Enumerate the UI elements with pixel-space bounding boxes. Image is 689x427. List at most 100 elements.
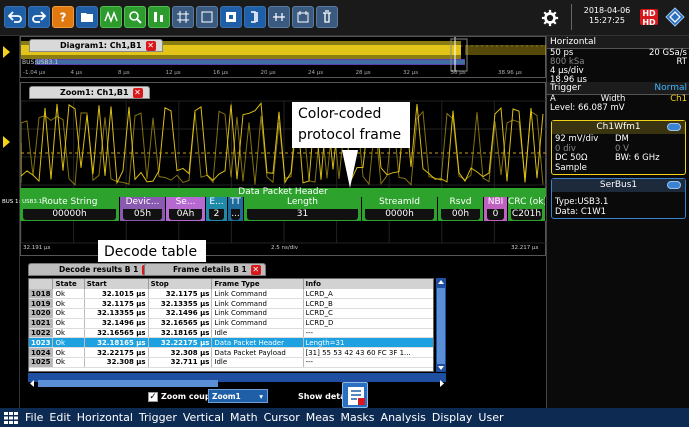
menu-item-vertical[interactable]: Vertical xyxy=(180,411,227,424)
rohde-schwarz-logo-icon[interactable] xyxy=(665,7,685,27)
tab-frame-details[interactable]: Frame details B 1 ✕ xyxy=(144,263,266,276)
zoom-icon[interactable] xyxy=(124,6,146,28)
frame-segment[interactable]: E... 2 xyxy=(206,197,228,221)
histogram-icon[interactable] xyxy=(148,6,170,28)
serbus-title: SerBus1 xyxy=(552,179,685,192)
horizontal-value-right: RT xyxy=(676,57,687,67)
menu-item-analysis[interactable]: Analysis xyxy=(378,411,429,424)
serbus-toggle[interactable] xyxy=(667,181,681,189)
table-tabs: Decode results B 1✕ Frame details B 1✕ xyxy=(20,262,546,276)
trigger-title: Trigger xyxy=(550,83,582,93)
frame-segment[interactable]: StreamId 0000h xyxy=(362,197,438,221)
help-icon[interactable]: ? xyxy=(52,6,74,28)
menu-item-horizontal[interactable]: Horizontal xyxy=(74,411,136,424)
mask-icon[interactable] xyxy=(220,6,242,28)
table-cell-idx: 1021 xyxy=(29,318,54,329)
delete-icon[interactable] xyxy=(316,6,338,28)
frame-segment[interactable]: TT... xyxy=(228,197,244,221)
cursor-icon[interactable] xyxy=(244,6,266,28)
trigger-section[interactable]: Trigger Normal A Width Ch1 Level: 66.087 mV xyxy=(547,82,689,113)
table-column-header[interactable]: State xyxy=(52,279,85,289)
frame-segment-value: C201h xyxy=(511,209,542,220)
trigger-channel: Ch1 xyxy=(670,94,687,104)
zoom1-panel[interactable]: Zoom1: Ch1,B1 ✕ 32.191 µs 2.5 ns/div 32.2… xyxy=(20,82,547,256)
diagram1-panel[interactable]: Diagram1: Ch1,B1 ✕ BUS:USB3.1 -1.04 µs 4 µ… xyxy=(20,36,547,78)
decode-results-table[interactable]: State Start Stop Frame Type Info 1018 Ok 32.10… xyxy=(28,278,434,372)
close-icon[interactable]: ✕ xyxy=(145,40,156,51)
show-details-button[interactable] xyxy=(342,382,368,408)
frame-segment[interactable]: Devic... 05h xyxy=(120,197,166,221)
table-cell-idx: 1018 xyxy=(29,289,54,300)
frame-segment-value: 00000h xyxy=(23,209,116,220)
grid-icon[interactable] xyxy=(172,6,194,28)
ch1wfm-toggle[interactable] xyxy=(667,123,681,131)
close-icon[interactable]: ✕ xyxy=(132,87,143,98)
table-column-header[interactable]: Frame Type xyxy=(211,279,304,289)
menu-item-file[interactable]: File xyxy=(22,411,46,424)
frame-segment[interactable]: CRC (ok) C201h xyxy=(508,197,546,221)
frame-header[interactable]: Data Packet Header xyxy=(20,188,546,197)
table-row[interactable]: 1019 Ok 32.1175 µs 32.13355 µs Link Command L… xyxy=(29,298,433,310)
open-file-icon[interactable] xyxy=(76,6,98,28)
horizontal-section[interactable]: Horizontal 50 ps 20 GSa/s 800 kSa RT 4 µs/di… xyxy=(547,36,689,85)
vertical-scrollbar[interactable] xyxy=(436,278,446,372)
table-column-header[interactable] xyxy=(29,279,54,289)
table-row[interactable]: 1025 Ok 32.308 µs 32.711 µs Idle --- xyxy=(29,357,433,368)
menu-item-masks[interactable]: Masks xyxy=(337,411,377,424)
table-row[interactable]: 1022 Ok 32.16565 µs 32.18165 µs Idle --- xyxy=(29,328,433,339)
menu-item-user[interactable]: User xyxy=(475,411,506,424)
settings-gear-icon[interactable] xyxy=(541,9,559,27)
autoset-icon[interactable] xyxy=(100,6,122,28)
ch1wfm-value-right: BW: 6 GHz xyxy=(615,153,660,163)
protocol-frame-row[interactable]: BUS 1: USB3.1 Route String 00000h Devic...… xyxy=(2,197,546,221)
menu-item-meas[interactable]: Meas xyxy=(303,411,338,424)
undo-icon[interactable] xyxy=(4,6,26,28)
serbus-chip[interactable]: SerBus1 Type:USB3.1 Data: C1W1 xyxy=(551,178,686,219)
protocol-icon[interactable] xyxy=(268,6,290,28)
menu-item-cursor[interactable]: Cursor xyxy=(261,411,303,424)
menu-item-edit[interactable]: Edit xyxy=(46,411,73,424)
zoom1-tab-label: Zoom1: Ch1,B1 xyxy=(60,88,129,97)
zoom1-tab[interactable]: Zoom1: Ch1,B1 ✕ xyxy=(29,86,150,99)
trigger-mode: Normal xyxy=(654,83,687,93)
table-row[interactable]: 1020 Ok 32.13355 µs 32.1496 µs Link Command L… xyxy=(29,308,433,319)
horizontal-scrollbar[interactable] xyxy=(28,373,446,387)
table-column-header[interactable]: Info xyxy=(303,279,433,289)
close-icon[interactable]: ✕ xyxy=(250,264,261,275)
frame-segment[interactable]: Se... 0Ah xyxy=(166,197,206,221)
redo-icon[interactable] xyxy=(28,6,50,28)
frame-segment[interactable]: Rsvd 00h xyxy=(438,197,484,221)
table-row[interactable]: 1021 Ok 32.1496 µs 32.16565 µs Link Command L… xyxy=(29,318,433,329)
table-cell-state: Ok xyxy=(52,337,85,349)
diagram1-tick-label: 36 µs xyxy=(450,70,466,76)
diagram1-bus-label: BUS:USB3.1 xyxy=(22,59,59,66)
menu-grid-icon[interactable] xyxy=(0,408,22,427)
frame-segment[interactable]: NBI 0 xyxy=(484,197,508,221)
menu-item-trigger[interactable]: Trigger xyxy=(136,411,180,424)
zoom-coupling-checkbox[interactable]: ✓ xyxy=(148,392,158,402)
date-time-display: 2018-04-06 15:27:25 xyxy=(571,4,637,30)
history-icon[interactable] xyxy=(292,6,314,28)
table-column-header[interactable]: Stop xyxy=(148,279,213,289)
protocol-callout-text: Color-coded protocol frame xyxy=(298,106,402,143)
menu-item-display[interactable]: Display xyxy=(429,411,476,424)
frame-segment-name: CRC (ok) xyxy=(508,197,546,207)
frame-segment[interactable]: Length 31 xyxy=(244,197,362,221)
hd-badge[interactable]: HD HD xyxy=(640,9,658,27)
diagram1-time-axis: -1.04 µs 4 µs 8 µs 12 µs 16 µs 20 µs 24 µs 28 µ… xyxy=(21,70,547,78)
ch1wfm-chip[interactable]: Ch1Wfm1 92 mV/div DM 0 div 0 V DC 50Ω BW: 6 G… xyxy=(551,120,686,175)
frame-segment-value: 31 xyxy=(247,209,358,220)
frame-segment-name: StreamId xyxy=(379,197,420,207)
table-cell-start: 32.308 µs xyxy=(84,357,149,368)
table-cell-stop: 32.22175 µs xyxy=(148,337,213,349)
measure-icon[interactable] xyxy=(196,6,218,28)
frame-segment-value: 0000h xyxy=(365,209,434,220)
menu-item-math[interactable]: Math xyxy=(227,411,261,424)
diagram1-tab[interactable]: Diagram1: Ch1,B1 ✕ xyxy=(29,39,163,52)
table-row[interactable]: 1018 Ok 32.1015 µs 32.1175 µs Link Command LC… xyxy=(29,289,433,300)
tab-decode-results[interactable]: Decode results B 1✕ xyxy=(28,263,158,276)
table-row[interactable]: 1023 Ok 32.18165 µs 32.22175 µs Data Packet … xyxy=(29,337,433,349)
table-row[interactable]: 1024 Ok 32.22175 µs 32.308 µs Data Packet Pa… xyxy=(29,347,433,359)
table-column-header[interactable]: Start xyxy=(84,279,149,289)
zoom-select-dropdown[interactable]: Zoom1 ▾ xyxy=(208,389,268,403)
